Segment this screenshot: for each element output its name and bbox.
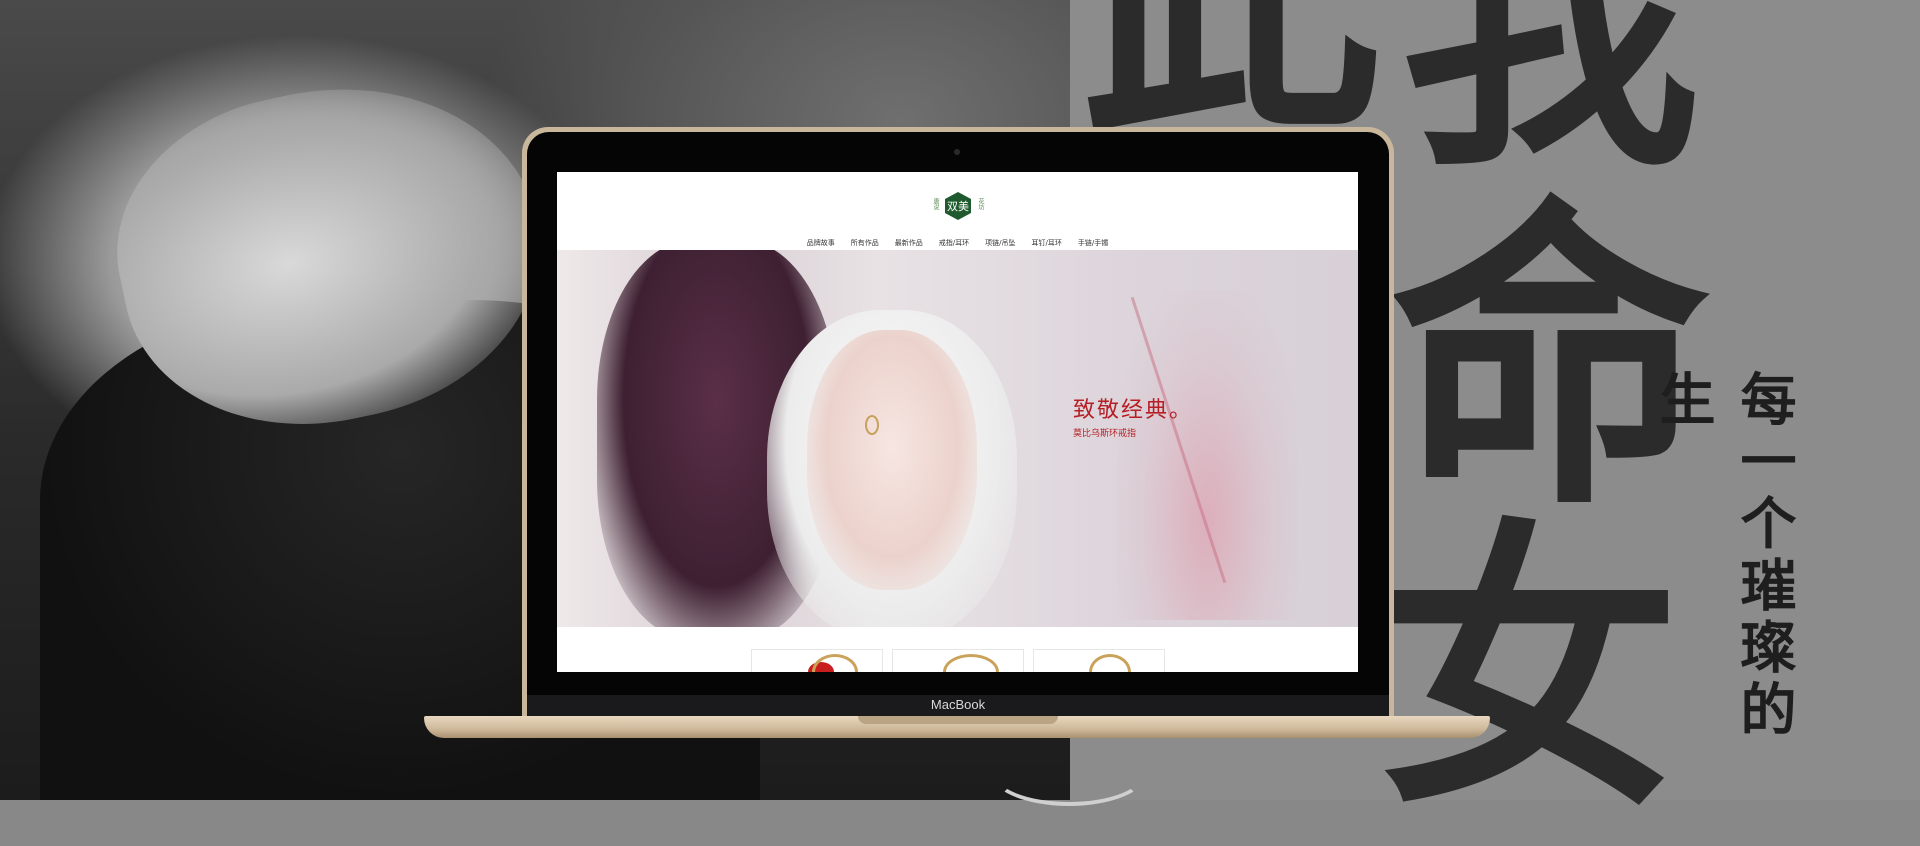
nav-item-earrings[interactable]: 耳钉/耳环	[1032, 238, 1062, 248]
site-header: 唐说 双美 花坊 品牌故事 所有作品 最新作品 戒指/耳环 项链/吊坠 耳钉/耳…	[557, 172, 1358, 249]
laptop-brand-label: MacBook	[930, 697, 986, 712]
nav-item-new-works[interactable]: 最新作品	[895, 238, 923, 248]
site-logo[interactable]: 唐说 双美 花坊	[929, 192, 987, 222]
logo-left-text: 唐说	[932, 198, 939, 210]
laptop-opening-notch	[858, 716, 1058, 724]
calligraphy-char-3: 命	[1390, 172, 1710, 547]
laptop-screen: 唐说 双美 花坊 品牌故事 所有作品 最新作品 戒指/耳环 项链/吊坠 耳钉/耳…	[557, 172, 1358, 672]
bracelet-decoration	[990, 738, 1148, 806]
ring-icon	[1089, 654, 1131, 672]
product-card[interactable]	[751, 649, 883, 672]
nav-item-necklaces[interactable]: 项链/吊坠	[985, 238, 1015, 248]
nav-item-rings[interactable]: 戒指/耳环	[939, 238, 969, 248]
ring-icon	[943, 654, 999, 672]
calligraphy-char-2: 我	[1400, 0, 1700, 206]
nav-item-bracelets[interactable]: 手链/手镯	[1078, 238, 1108, 248]
nav-item-brand-story[interactable]: 品牌故事	[807, 238, 835, 248]
product-card[interactable]	[892, 649, 1024, 672]
hero-banner[interactable]: 致敬经典。 莫比乌斯环戒指	[557, 250, 1358, 627]
hero-title: 致敬经典。	[1073, 398, 1194, 423]
main-nav: 品牌故事 所有作品 最新作品 戒指/耳环 项链/吊坠 耳钉/耳环 手链/手镯	[557, 238, 1358, 250]
logo-badge-icon: 双美	[945, 192, 971, 220]
calligraphy-char-4: 女	[1380, 493, 1680, 846]
hero-ring-icon	[865, 415, 879, 435]
logo-right-text: 花坊	[977, 198, 984, 210]
product-row	[557, 627, 1358, 672]
ring-icon	[812, 654, 858, 672]
camera-icon	[954, 149, 960, 155]
nav-item-all-works[interactable]: 所有作品	[851, 238, 879, 248]
product-card[interactable]	[1033, 649, 1165, 672]
hero-model-hands	[807, 330, 977, 590]
hero-subtitle[interactable]: 莫比乌斯环戒指	[1073, 426, 1136, 439]
vertical-slogan: 每一个璀璨的生	[1650, 370, 1797, 742]
